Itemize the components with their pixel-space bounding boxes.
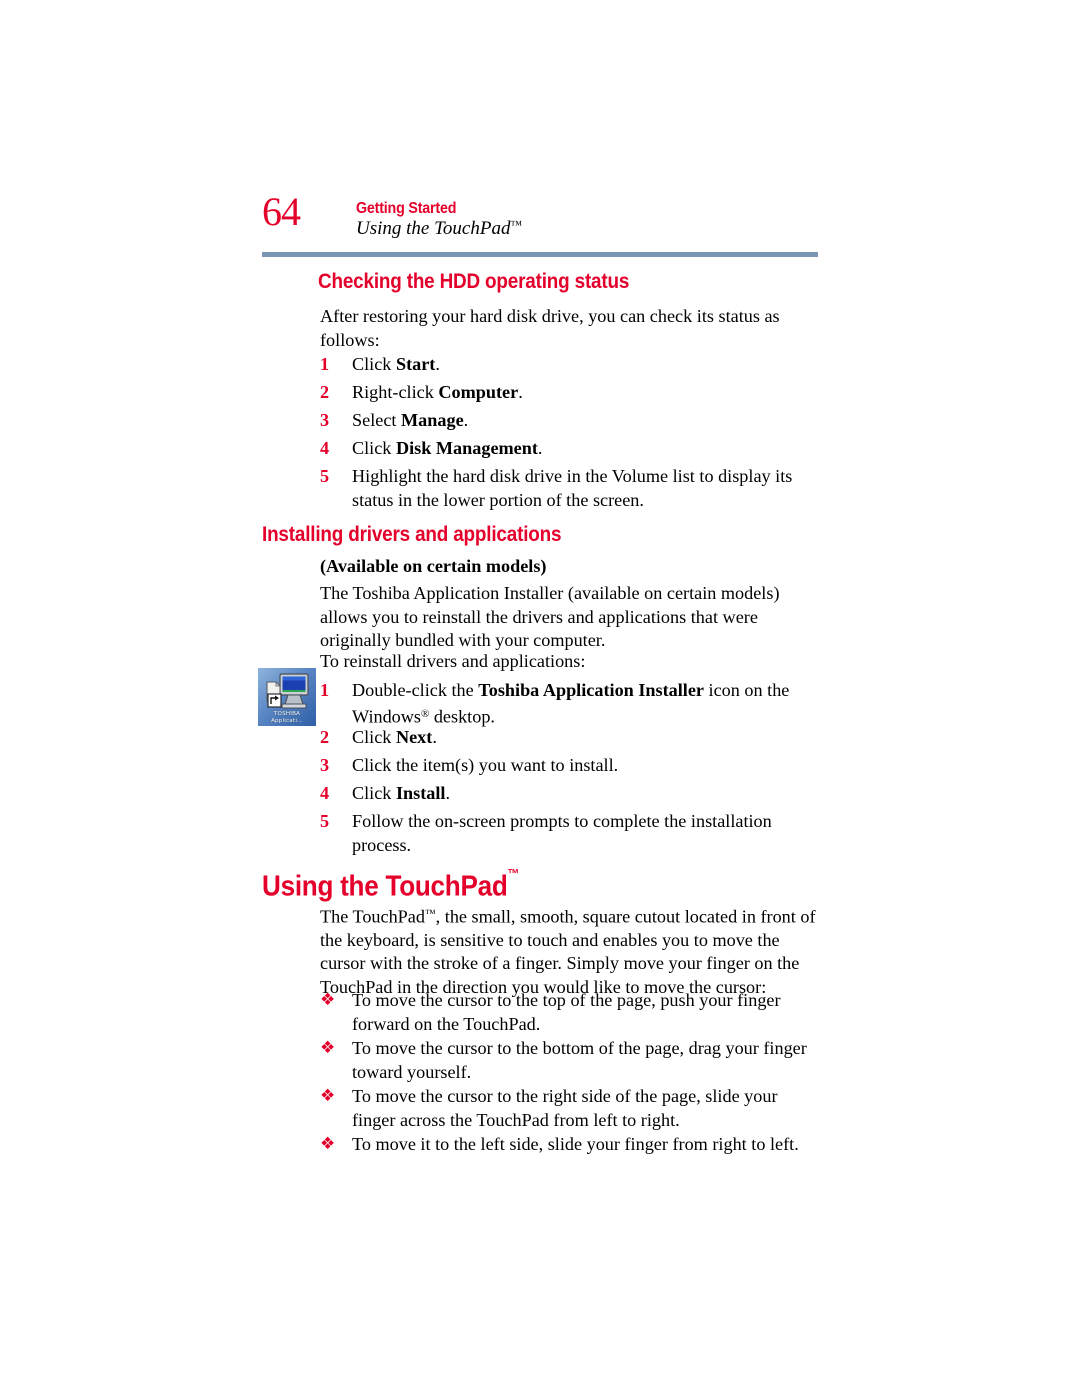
icon-caption: TOSHIBA Applicati... [258, 711, 316, 725]
step-text-bold: Install [395, 783, 446, 803]
step-text-tail: desktop. [429, 705, 495, 726]
availability-note: (Available on certain models) [320, 556, 547, 576]
diamond-bullet-icon: ❖ [320, 1134, 336, 1154]
step-text-bold: Start [395, 354, 436, 374]
trademark-symbol: ™ [507, 866, 520, 881]
step-text-pre: Right-click [352, 382, 439, 402]
step-number: 4 [320, 438, 330, 458]
step-text: Right-click Computer. [352, 381, 523, 405]
drivers-lead-in: To reinstall drivers and applications: [320, 651, 586, 671]
step-number: 1 [320, 354, 330, 374]
bullet-text: To move the cursor to the bottom of the … [352, 1038, 807, 1082]
step-text: Select Manage. [352, 409, 468, 433]
step-text: Click Install. [352, 782, 450, 806]
step-text-pre: Click [352, 438, 396, 458]
heading-using-the-touchpad: Using the TouchPad™ [262, 866, 519, 904]
step-number: 5 [320, 466, 330, 486]
step-text-pre: Click [352, 727, 396, 747]
step-number: 2 [320, 727, 330, 747]
header-divider [262, 252, 818, 257]
step-text: Click Start. [352, 353, 440, 377]
step-text-post: . [463, 410, 469, 430]
diamond-bullet-icon: ❖ [320, 1086, 336, 1106]
step-text-pre: Click [352, 783, 396, 803]
trademark-symbol: ™ [510, 218, 522, 232]
step-text-post: . [537, 438, 543, 458]
step-number: 3 [320, 410, 330, 430]
step-number: 1 [320, 680, 330, 700]
hdd-intro-paragraph: After restoring your hard disk drive, yo… [320, 306, 780, 350]
step-text: Click Disk Management. [352, 437, 542, 461]
heading-installing-drivers: Installing drivers and applications [262, 523, 562, 546]
section-title-text: Using the TouchPad [356, 218, 511, 240]
step-number: 2 [320, 382, 330, 402]
step-number: 5 [320, 811, 330, 831]
manual-page: 64 Getting Started Using the TouchPad™ C… [0, 0, 1080, 1397]
step-text-pre: Click [352, 354, 396, 374]
step-text-bold: Computer [438, 382, 519, 402]
step-text: Click the item(s) you want to install. [352, 755, 619, 775]
step-text: Double-click the Toshiba Application Ins… [352, 679, 820, 728]
step-text-bold: Next [395, 727, 433, 747]
bullet-text: To move the cursor to the top of the pag… [352, 990, 781, 1034]
step-text: Click Next. [352, 726, 437, 750]
step-text-post: . [435, 354, 440, 374]
drivers-paragraph: The Toshiba Application Installer (avail… [320, 583, 780, 650]
toshiba-application-installer-icon: TOSHIBA Applicati... [258, 668, 316, 726]
page-number: 64 [262, 189, 301, 234]
step-number: 4 [320, 783, 330, 803]
step-text-pre: Double-click the [352, 680, 479, 700]
step-text-post: . [518, 382, 523, 402]
section-title: Using the TouchPad™ [356, 218, 522, 240]
step-text-post: . [432, 727, 437, 747]
heading-checking-hdd-status: Checking the HDD operating status [318, 270, 630, 293]
icon-caption-line-1: TOSHIBA [273, 711, 301, 717]
step-text-bold: Toshiba Application Installer [478, 680, 704, 700]
touchpad-paragraph: The TouchPad™, the small, smooth, square… [320, 903, 825, 999]
step-number: 3 [320, 755, 330, 775]
step-text: Highlight the hard disk drive in the Vol… [352, 466, 793, 510]
icon-caption-line-2: Applicati... [270, 718, 304, 724]
step-text-post: . [445, 783, 451, 803]
diamond-bullet-icon: ❖ [320, 1038, 336, 1058]
chapter-title: Getting Started [356, 200, 457, 217]
bullet-text: To move it to the left side, slide your … [352, 1134, 799, 1154]
touchpad-paragraph-pre: The TouchPad [320, 906, 425, 927]
step-text-bold: Disk Management [395, 438, 538, 458]
heading-text: Using the TouchPad [262, 870, 508, 903]
bullet-text: To move the cursor to the right side of … [352, 1086, 778, 1130]
diamond-bullet-icon: ❖ [320, 990, 336, 1010]
running-head-text: Getting Started Using the TouchPad™ [356, 200, 522, 240]
step-text-bold: Manage [401, 410, 464, 430]
running-head: 64 Getting Started Using the TouchPad™ [262, 192, 822, 254]
trademark-symbol: ™ [424, 908, 436, 920]
step-text: Follow the on-screen prompts to complete… [352, 811, 772, 855]
step-text-pre: Select [352, 410, 401, 430]
